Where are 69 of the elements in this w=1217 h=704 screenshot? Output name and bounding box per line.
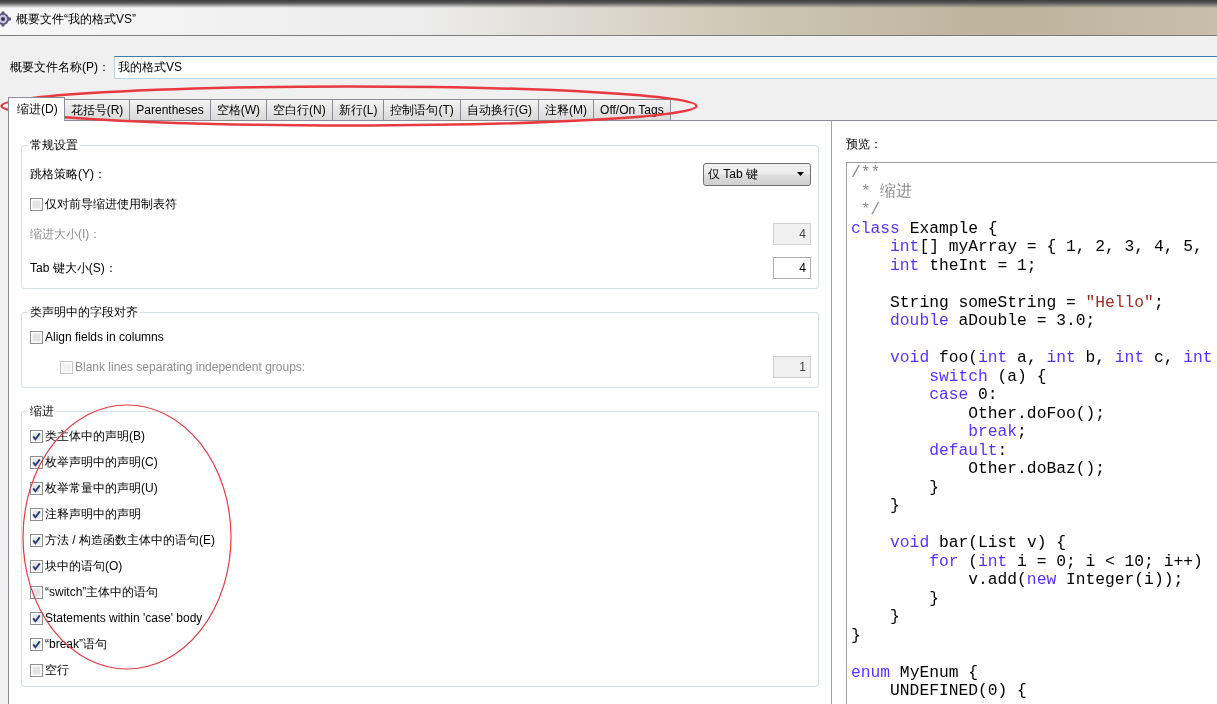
gear-icon	[0, 11, 12, 27]
code-line: * 缩进	[860, 182, 913, 201]
setting-label: 跳格策略(Y)：	[30, 166, 106, 182]
caret-icon	[797, 172, 804, 176]
checkbox[interactable]	[30, 197, 43, 211]
checkbox-label[interactable]: Statements within 'case' body	[45, 610, 203, 626]
checkbox[interactable]	[30, 585, 43, 599]
code-line: for (int i = 0; i < 10; i++)	[929, 552, 1203, 571]
number-field[interactable]: 4	[773, 257, 811, 279]
code-line: double aDouble = 3.0;	[890, 312, 1096, 331]
code-line: UNDEFINED(0) {	[890, 682, 1027, 701]
tab[interactable]: 新行(L)	[331, 99, 385, 120]
code-line: }	[929, 589, 939, 608]
window-title: 概要文件“我的格式VS”	[16, 10, 136, 28]
code-line: int[] myArray = { 1, 2, 3, 4, 5,	[890, 238, 1203, 257]
checkbox[interactable]	[30, 507, 43, 521]
checkbox[interactable]	[30, 481, 43, 495]
checkbox[interactable]	[30, 637, 43, 651]
tab[interactable]: 缩进(D)	[8, 97, 65, 121]
checkbox-label[interactable]: 枚举常量中的声明(U)	[45, 480, 158, 496]
checkbox-label[interactable]: 方法 / 构造函数主体中的语句(E)	[45, 532, 215, 548]
checkbox-label[interactable]: 块中的语句(O)	[45, 558, 123, 574]
setting-label: Tab 键大小(S)：	[30, 260, 117, 276]
tab[interactable]: 控制语句(T)	[383, 99, 461, 120]
checkbox-label[interactable]: 空行	[45, 662, 69, 678]
checkbox-label[interactable]: 仅对前导缩进使用制表符	[45, 196, 177, 212]
checkbox[interactable]	[30, 533, 43, 547]
checkbox-label[interactable]: “switch”主体中的语句	[45, 584, 159, 600]
code-line: }	[929, 478, 939, 497]
code-line: void bar(List v) {	[890, 534, 1066, 553]
checkbox[interactable]	[30, 663, 43, 677]
tab[interactable]: Parentheses	[129, 99, 211, 120]
checkbox[interactable]	[30, 455, 43, 469]
code-line: }	[851, 626, 861, 645]
code-line: class Example {	[851, 219, 998, 238]
code-line: enum MyEnum {	[851, 663, 979, 682]
group-title: 类声明中的字段对齐	[29, 304, 139, 320]
code-line: }	[890, 497, 900, 516]
code-line: Other.doFoo();	[968, 404, 1106, 423]
code-line: }	[890, 608, 900, 627]
checkbox[interactable]	[30, 611, 43, 625]
code-line: void foo(int a, int b, int c, int	[890, 349, 1213, 368]
checkbox[interactable]	[30, 559, 43, 573]
setting-label: 缩进大小(I)：	[30, 226, 102, 242]
checkbox-label[interactable]: Align fields in columns	[45, 329, 164, 345]
checkbox-label[interactable]: 枚举声明中的声明(C)	[45, 454, 158, 470]
code-line: Other.doBaz();	[968, 460, 1106, 479]
tab[interactable]: 空白行(N)	[266, 99, 333, 120]
code-line: default:	[929, 441, 1008, 460]
group-title: 常规设置	[29, 137, 79, 153]
tab[interactable]: 空格(W)	[209, 99, 268, 120]
code-line: /**	[851, 164, 881, 182]
tab[interactable]: 注释(M)	[538, 99, 595, 120]
tab[interactable]: 自动换行(G)	[459, 99, 540, 120]
dropdown[interactable]: 仅 Tab 键	[703, 162, 811, 186]
preview-label: 预览：	[846, 136, 882, 152]
code-line: String someString = "Hello";	[890, 293, 1164, 312]
code-line: switch (a) {	[929, 367, 1047, 386]
profile-name-label: 概要文件名称(P)：	[10, 59, 110, 76]
profile-name-field[interactable]: 我的格式VS	[114, 56, 1217, 79]
checkbox[interactable]	[30, 429, 43, 443]
checkbox-label[interactable]: 注释声明中的声明	[45, 506, 141, 522]
code-line: break;	[968, 423, 1027, 442]
group-title: 缩进	[29, 403, 55, 419]
code-line: int theInt = 1;	[890, 256, 1037, 275]
checkbox[interactable]	[30, 330, 43, 344]
code-line: v.add(new Integer(i));	[968, 571, 1184, 590]
code-line: case 0:	[929, 386, 998, 405]
code-line: */	[860, 201, 881, 220]
